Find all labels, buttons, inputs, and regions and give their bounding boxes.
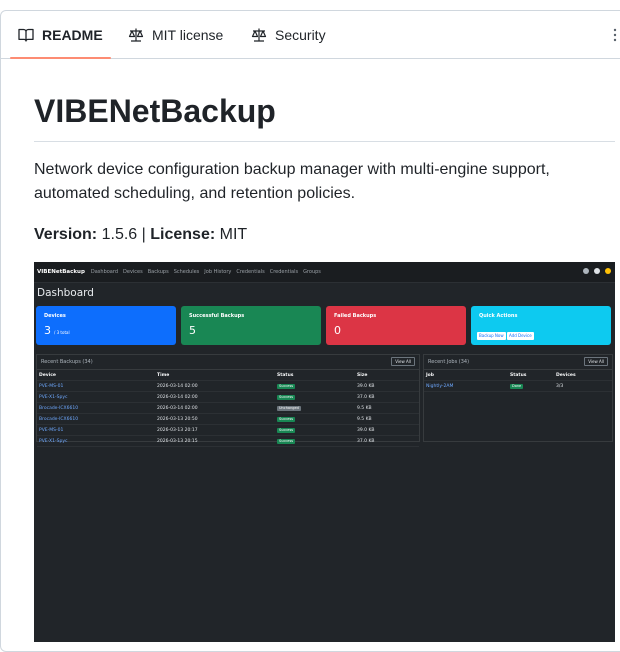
quick-actions-card: Quick Actions Backup Now Add Device	[471, 306, 611, 345]
scale-icon	[251, 27, 267, 43]
table-row: Brocade-ICX6610 2026-03-13 20:50 Success 9.…	[37, 414, 419, 425]
license-label: License:	[150, 226, 216, 243]
user-icon	[594, 268, 600, 274]
panel-title: Recent Backups (34)	[41, 359, 93, 365]
version-label: Version:	[34, 226, 98, 243]
readme-title: VIBENetBackup	[34, 93, 276, 129]
tab-label: README	[42, 26, 103, 43]
device-link: PVE-MS-01	[39, 384, 64, 389]
status-badge: Success	[277, 395, 296, 400]
screenshot-nav-icons	[583, 268, 611, 274]
device-link: Brocade-ICX6610	[39, 406, 79, 411]
readme-panel: README MIT license Security VIBENetBacku…	[0, 10, 620, 652]
add-device-button: Add Device	[507, 332, 534, 340]
job-rows: Nightly-2AM Done 3/3	[424, 381, 612, 392]
logout-icon	[605, 268, 611, 274]
tab-security[interactable]: Security	[251, 11, 326, 58]
table-header: Device Time Status Size	[37, 370, 419, 381]
backup-rows: PVE-MS-01 2026-03-14 02:00 Success 39.0 KB P…	[37, 381, 419, 447]
time-cell: 2026-03-14 02:00	[157, 395, 198, 400]
table-header: Job Status Devices	[424, 370, 612, 381]
size-cell: 9.5 KB	[357, 417, 372, 422]
status-badge: Success	[277, 439, 296, 444]
view-all-button: View All	[391, 357, 415, 366]
view-all-button: View All	[584, 357, 608, 366]
version-separator: |	[141, 226, 146, 243]
card-title: Devices	[44, 313, 66, 319]
status-badge: Done	[510, 384, 524, 389]
scale-icon	[128, 27, 144, 43]
screenshot-nav-item: Credentials	[236, 269, 265, 275]
tab-label: Security	[275, 26, 326, 43]
license-value: MIT	[219, 226, 248, 243]
card-subtext: / 3 total	[54, 330, 70, 335]
backup-now-button: Backup Now	[477, 332, 506, 340]
screenshot-nav-item: Groups	[303, 269, 321, 275]
time-cell: 2026-03-14 02:00	[157, 406, 198, 411]
panel-title: Recent Jobs (34)	[428, 359, 470, 365]
table-row: PVE-MS-01 2026-03-13 20:17 Success 39.0 KB	[37, 425, 419, 436]
screenshot-nav-item: Dashboard	[90, 269, 119, 275]
card-value: 3/ 3 total	[44, 324, 70, 337]
card-title: Successful Backups	[189, 313, 245, 319]
devices-card: Devices 3/ 3 total	[36, 306, 176, 345]
readme-description: Network device configuration backup mana…	[34, 161, 550, 202]
screenshot-nav-item: Job History	[204, 269, 232, 275]
table-row: PVE-MS-01 2026-03-14 02:00 Success 39.0 KB	[37, 381, 419, 392]
screenshot-nav-item: Schedules	[173, 269, 200, 275]
devices-cell: 3/3	[556, 384, 564, 389]
recent-jobs-panel: Recent Jobs (34) View All Job Status Dev…	[423, 354, 613, 442]
tab-mit-license[interactable]: MIT license	[128, 11, 223, 58]
github-icon	[583, 268, 589, 274]
device-link: PVE-X1-Spyc	[39, 439, 68, 444]
time-cell: 2026-03-13 20:15	[157, 439, 198, 444]
screenshot-nav-item: Backups	[147, 269, 169, 275]
version-value: 1.5.6	[101, 226, 138, 243]
size-cell: 9.5 KB	[357, 406, 372, 411]
screenshot-brand: VIBENetBackup	[37, 269, 85, 275]
title-divider	[34, 141, 615, 142]
panel-header: Recent Jobs (34) View All	[424, 355, 612, 370]
device-link: PVE-X1-Spyc	[39, 395, 68, 400]
device-link: Brocade-ICX6610	[39, 417, 79, 422]
card-title: Quick Actions	[479, 313, 518, 319]
table-row: PVE-X1-Spyc 2026-03-13 20:15 Success 37.0 K…	[37, 436, 419, 447]
time-cell: 2026-03-13 20:50	[157, 417, 198, 422]
card-value: 0	[334, 324, 341, 337]
size-cell: 37.0 KB	[357, 439, 375, 444]
tab-readme[interactable]: README	[10, 11, 111, 59]
status-badge: Success	[277, 417, 296, 422]
screenshot-nav-item: Credentials	[269, 269, 299, 275]
tab-label: MIT license	[152, 26, 224, 43]
status-badge: Unchanged	[277, 406, 301, 411]
time-cell: 2026-03-14 02:00	[157, 384, 198, 389]
dashboard-screenshot: VIBENetBackup Dashboard Devices Backups …	[34, 262, 615, 642]
table-row: Brocade-ICX6610 2026-03-14 02:00 Unchanged…	[37, 403, 419, 414]
kebab-menu-icon[interactable]	[613, 27, 617, 43]
table-row: Nightly-2AM Done 3/3	[424, 381, 612, 392]
table-row: PVE-X1-Spyc 2026-03-14 02:00 Success 37.0 K…	[37, 392, 419, 403]
screenshot-nav-item: Devices	[123, 269, 143, 275]
version-line: Version: 1.5.6 | License: MIT	[34, 223, 247, 247]
time-cell: 2026-03-13 20:17	[157, 428, 198, 433]
panel-header: Recent Backups (34) View All	[37, 355, 419, 370]
size-cell: 39.0 KB	[357, 384, 375, 389]
size-cell: 39.0 KB	[357, 428, 375, 433]
screenshot-navbar: VIBENetBackup Dashboard Devices Backups …	[34, 262, 615, 283]
job-link: Nightly-2AM	[426, 384, 454, 389]
readme-tabbar: README MIT license Security	[1, 11, 620, 59]
size-cell: 37.0 KB	[357, 395, 375, 400]
recent-backups-panel: Recent Backups (34) View All Device Time…	[36, 354, 420, 447]
device-link: PVE-MS-01	[39, 428, 64, 433]
failed-backups-card: Failed Backups 0	[326, 306, 466, 345]
book-icon	[18, 27, 34, 43]
status-badge: Success	[277, 384, 296, 389]
card-title: Failed Backups	[334, 313, 377, 319]
status-badge: Success	[277, 428, 296, 433]
screenshot-page-title: Dashboard	[37, 287, 94, 299]
successful-backups-card: Successful Backups 5	[181, 306, 321, 345]
card-value: 5	[189, 324, 196, 337]
